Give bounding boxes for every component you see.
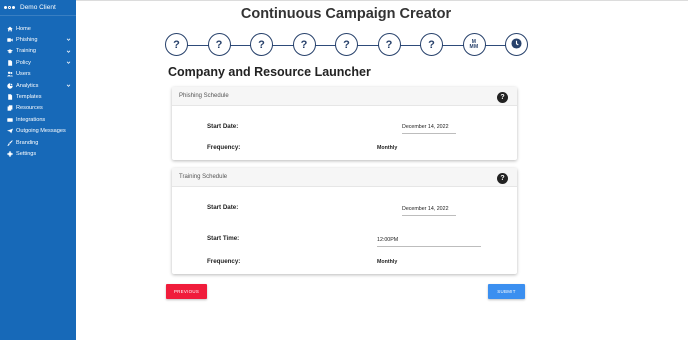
plug-icon xyxy=(6,116,13,123)
start-date-field[interactable]: December 14, 2022 xyxy=(402,124,456,134)
sidebar-item-label: Settings xyxy=(16,150,37,157)
chevron-down-icon[interactable] xyxy=(66,60,71,65)
frequency-label: Frequency: xyxy=(207,144,241,151)
sidebar-item-branding[interactable]: Branding xyxy=(0,137,76,148)
sidebar-item-settings[interactable]: Settings xyxy=(0,148,76,159)
training-schedule-card: Training Schedule ? Start Date: December… xyxy=(172,168,517,274)
sidebar-item-phishing[interactable]: Phishing xyxy=(0,34,76,45)
help-icon[interactable]: ? xyxy=(497,92,508,103)
home-icon xyxy=(6,25,13,32)
phishing-schedule-card: Phishing Schedule ? Start Date: December… xyxy=(172,87,517,160)
step-4[interactable]: ? xyxy=(292,33,316,56)
section-heading: Company and Resource Launcher xyxy=(168,65,371,79)
frequency-value[interactable]: Monthly xyxy=(377,145,397,151)
start-time-label: Start Time: xyxy=(207,235,240,242)
sidebar-item-label: Policy xyxy=(16,59,31,66)
card-title: Phishing Schedule xyxy=(179,93,229,99)
frequency-value[interactable]: Monthly xyxy=(377,259,397,265)
sidebar: Demo Client Home Phishing Training Polic… xyxy=(0,0,76,340)
step-3[interactable]: ? xyxy=(250,33,273,56)
previous-button[interactable]: PREVIOUS xyxy=(166,284,207,299)
graduation-cap-icon xyxy=(6,48,13,55)
sidebar-item-label: Users xyxy=(16,71,31,78)
step-8-label: M MM xyxy=(469,38,479,50)
chart-icon xyxy=(6,82,13,89)
brand-logo xyxy=(4,5,17,10)
sidebar-item-label: Phishing xyxy=(16,37,38,44)
sidebar-item-label: Resources xyxy=(16,105,43,112)
step-5[interactable]: ? xyxy=(335,33,358,56)
start-date-field[interactable]: December 14, 2022 xyxy=(402,206,456,216)
page-title: Continuous Campaign Creator xyxy=(240,6,452,22)
step-7[interactable]: ? xyxy=(420,33,443,56)
phishing-icon xyxy=(6,37,13,44)
card-header: Phishing Schedule ? xyxy=(172,87,517,106)
sidebar-item-resources[interactable]: Resources xyxy=(0,103,76,114)
sidebar-item-label: Training xyxy=(16,48,37,55)
copy-icon xyxy=(6,105,13,112)
sidebar-item-templates[interactable]: Templates xyxy=(0,91,76,102)
sidebar-item-outgoing-messages[interactable]: Outgoing Messages xyxy=(0,126,76,137)
gear-icon xyxy=(6,150,13,157)
card-title: Training Schedule xyxy=(179,174,228,180)
sidebar-item-label: Home xyxy=(16,25,31,32)
document-icon xyxy=(6,59,13,66)
brand-name: Demo Client xyxy=(20,4,56,11)
sidebar-nav: Home Phishing Training Policy Users Anal… xyxy=(0,23,76,160)
step-8[interactable]: M MM xyxy=(462,33,486,56)
card-header: Training Schedule ? xyxy=(172,168,517,187)
paint-brush-icon xyxy=(6,139,13,146)
help-icon[interactable]: ? xyxy=(497,173,508,184)
sidebar-item-label: Templates xyxy=(16,94,42,101)
chevron-down-icon[interactable] xyxy=(66,37,71,42)
frequency-label: Frequency: xyxy=(207,258,241,265)
sidebar-item-users[interactable]: Users xyxy=(0,69,76,80)
step-2[interactable]: ? xyxy=(207,33,231,56)
users-icon xyxy=(6,71,13,78)
step-6[interactable]: ? xyxy=(377,33,401,56)
sidebar-item-integrations[interactable]: Integrations xyxy=(0,114,76,125)
sidebar-item-training[interactable]: Training xyxy=(0,46,76,57)
step-1[interactable]: ? xyxy=(165,33,188,56)
campaign-stepper: ? ? ? ? ? ? ? M MM xyxy=(165,33,528,57)
start-date-label: Start Date: xyxy=(207,123,239,130)
sidebar-item-label: Analytics xyxy=(16,82,39,89)
sidebar-item-analytics[interactable]: Analytics xyxy=(0,80,76,91)
chevron-down-icon[interactable] xyxy=(66,83,71,88)
step-9[interactable] xyxy=(505,33,528,56)
start-time-field[interactable]: 12:00PM xyxy=(377,237,481,247)
clock-icon xyxy=(511,37,522,52)
sidebar-item-policy[interactable]: Policy xyxy=(0,57,76,68)
main-content: Continuous Campaign Creator ? ? ? ? ? ? … xyxy=(76,0,688,340)
chevron-down-icon[interactable] xyxy=(66,49,71,54)
file-icon xyxy=(6,94,13,101)
sidebar-item-label: Outgoing Messages xyxy=(16,128,66,135)
start-date-label: Start Date: xyxy=(207,204,239,211)
paper-plane-icon xyxy=(6,128,13,135)
submit-button[interactable]: SUBMIT xyxy=(488,284,525,299)
brand[interactable]: Demo Client xyxy=(0,0,76,16)
sidebar-item-label: Integrations xyxy=(16,116,46,123)
sidebar-item-home[interactable]: Home xyxy=(0,23,76,34)
sidebar-item-label: Branding xyxy=(16,139,39,146)
